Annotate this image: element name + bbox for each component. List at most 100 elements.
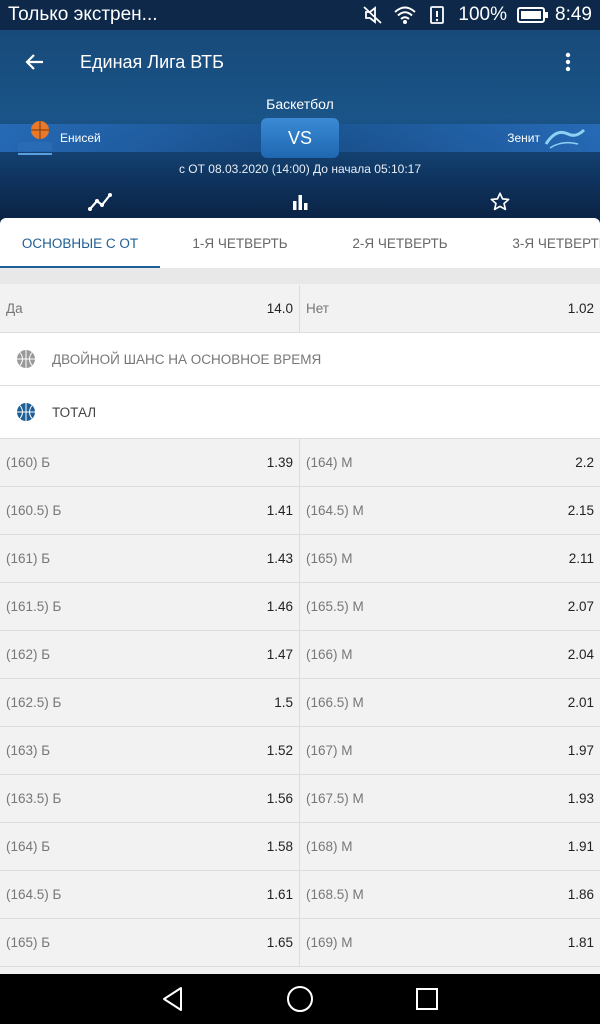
odds-label: (164) М	[306, 455, 353, 470]
odds-cell-over[interactable]: (162.5) Б 1.5	[0, 679, 300, 726]
odds-value: 2.11	[568, 551, 594, 566]
tab-quarter-2[interactable]: 2-Я ЧЕТВЕРТЬ	[320, 218, 480, 268]
odds-value: 2.01	[567, 695, 594, 710]
odds-cell-over[interactable]: (162) Б 1.47	[0, 631, 300, 678]
odds-label: (165) Б	[6, 935, 51, 950]
odds-value: 1.52	[266, 743, 293, 758]
odds-label: (163.5) Б	[6, 791, 62, 806]
tab-main-ot[interactable]: ОСНОВНЫЕ С ОТ	[0, 218, 160, 268]
status-bar: Только экстрен... 100% 8:49	[0, 0, 600, 30]
divider	[0, 268, 600, 284]
odds-cell-under[interactable]: (164) М 2.2	[300, 439, 600, 486]
odds-label: (164) Б	[6, 839, 51, 854]
sim-alert-icon	[430, 6, 445, 24]
odds-label: (166) М	[306, 647, 353, 662]
period-tabs: ОСНОВНЫЕ С ОТ 1-Я ЧЕТВЕРТЬ 2-Я ЧЕТВЕРТЬ …	[0, 218, 600, 268]
odds-value: 2.07	[567, 599, 594, 614]
odds-cell-under[interactable]: (166.5) М 2.01	[300, 679, 600, 726]
odds-label: (169) М	[306, 935, 353, 950]
nav-home-button[interactable]	[280, 979, 320, 1019]
bar-chart-icon	[293, 195, 308, 210]
odds-cell-no[interactable]: Нет 1.02	[300, 285, 600, 332]
basketball-icon	[17, 350, 35, 368]
markets-list: Да 14.0 Нет 1.02 ДВОЙНОЙ ШАНС НА ОСНОВНО…	[0, 285, 600, 967]
odds-cell-over[interactable]: (164.5) Б 1.61	[0, 871, 300, 918]
odds-cell-over[interactable]: (163) Б 1.52	[0, 727, 300, 774]
odds-label: (165) М	[306, 551, 353, 566]
odds-row: Да 14.0 Нет 1.02	[0, 285, 600, 333]
odds-label: (162) Б	[6, 647, 51, 662]
odds-cell-under[interactable]: (164.5) М 2.15	[300, 487, 600, 534]
odds-label: Нет	[306, 301, 329, 316]
odds-label: (160.5) Б	[6, 503, 62, 518]
odds-cell-over[interactable]: (161.5) Б 1.46	[0, 583, 300, 630]
odds-value: 1.56	[266, 791, 293, 806]
table-row: (165) Б 1.65 (169) М 1.81	[0, 919, 600, 967]
odds-value: 1.46	[266, 599, 293, 614]
vs-button[interactable]: VS	[261, 118, 339, 158]
odds-value: 1.91	[567, 839, 594, 854]
odds-cell-under[interactable]: (168) М 1.91	[300, 823, 600, 870]
odds-cell-under[interactable]: (168.5) М 1.86	[300, 871, 600, 918]
mute-icon	[363, 6, 383, 24]
odds-cell-under[interactable]: (166) М 2.04	[300, 631, 600, 678]
square-recents-icon	[415, 988, 438, 1010]
section-title: ТОТАЛ	[52, 404, 97, 420]
odds-cell-over[interactable]: (165) Б 1.65	[0, 919, 300, 966]
odds-label: Да	[6, 301, 23, 316]
nav-recents-button[interactable]	[407, 979, 447, 1019]
odds-value: 1.43	[266, 551, 293, 566]
match-start-info: с ОТ 08.03.2020 (14:00) До начала 05:10:…	[178, 162, 422, 176]
status-notification: Только экстрен...	[8, 4, 158, 25]
odds-value: 1.47	[266, 647, 293, 662]
section-double-chance[interactable]: ДВОЙНОЙ ШАНС НА ОСНОВНОЕ ВРЕМЯ	[0, 333, 600, 386]
odds-cell-under[interactable]: (165) М 2.11	[300, 535, 600, 582]
odds-value: 1.61	[266, 887, 293, 902]
table-row: (162) Б 1.47 (166) М 2.04	[0, 631, 600, 679]
wifi-icon	[394, 6, 417, 24]
back-arrow-icon	[25, 54, 43, 70]
odds-cell-under[interactable]: (167) М 1.97	[300, 727, 600, 774]
star-icon	[490, 192, 510, 211]
system-nav-bar	[0, 974, 600, 1024]
table-row: (163.5) Б 1.56 (167.5) М 1.93	[0, 775, 600, 823]
odds-value: 2.15	[567, 503, 594, 518]
odds-cell-under[interactable]: (169) М 1.81	[300, 919, 600, 966]
tab-quarter-3[interactable]: 3-Я ЧЕТВЕРТЬ	[480, 218, 600, 268]
table-row: (163) Б 1.52 (167) М 1.97	[0, 727, 600, 775]
odds-cell-over[interactable]: (163.5) Б 1.56	[0, 775, 300, 822]
odds-cell-over[interactable]: (160) Б 1.39	[0, 439, 300, 486]
team-right-name: Зенит	[507, 131, 540, 145]
section-total[interactable]: ТОТАЛ	[0, 386, 600, 439]
nav-back-button[interactable]	[153, 979, 193, 1019]
battery-percent: 100%	[458, 4, 508, 25]
odds-cell-over[interactable]: (164) Б 1.58	[0, 823, 300, 870]
team-left-name: Енисей	[60, 131, 101, 145]
odds-cell-under[interactable]: (167.5) М 1.93	[300, 775, 600, 822]
odds-value: 1.93	[567, 791, 594, 806]
triangle-back-icon	[163, 987, 183, 1011]
stats-bar-button[interactable]	[200, 184, 400, 220]
odds-value: 2.2	[575, 455, 594, 470]
table-row: (161) Б 1.43 (165) М 2.11	[0, 535, 600, 583]
odds-cell-over[interactable]: (160.5) Б 1.41	[0, 487, 300, 534]
tab-quarter-1[interactable]: 1-Я ЧЕТВЕРТЬ	[160, 218, 320, 268]
odds-label: (165.5) М	[306, 599, 364, 614]
stats-line-button[interactable]	[0, 184, 200, 220]
odds-cell-under[interactable]: (165.5) М 2.07	[300, 583, 600, 630]
odds-cell-over[interactable]: (161) Б 1.43	[0, 535, 300, 582]
table-row: (160) Б 1.39 (164) М 2.2	[0, 439, 600, 487]
odds-value: 1.39	[266, 455, 293, 470]
event-header: Единая Лига ВТБ Баскетбол Енисей VS Зени…	[0, 30, 600, 226]
odds-value: 1.41	[266, 503, 293, 518]
odds-cell-yes[interactable]: Да 14.0	[0, 285, 300, 332]
odds-value: 1.86	[567, 887, 594, 902]
chart-line-icon	[88, 193, 112, 211]
table-row: (162.5) Б 1.5 (166.5) М 2.01	[0, 679, 600, 727]
back-button[interactable]	[0, 30, 70, 94]
odds-label: (161.5) Б	[6, 599, 62, 614]
circle-home-icon	[286, 986, 313, 1012]
odds-value: 1.97	[567, 743, 594, 758]
more-menu-button[interactable]	[536, 30, 600, 94]
favorite-button[interactable]	[400, 184, 600, 220]
